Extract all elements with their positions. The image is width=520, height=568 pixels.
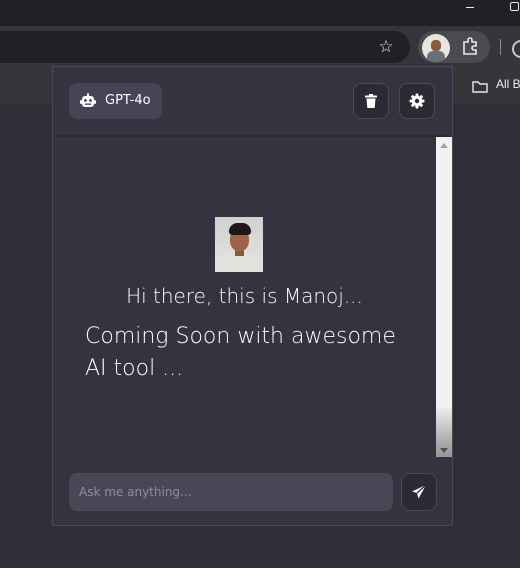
model-selector-button[interactable]: GPT-4o [69,83,162,119]
toolbar-separator [500,39,501,55]
chat-input-container [69,473,393,511]
folder-icon[interactable] [472,78,488,93]
coming-soon-message: Coming Soon with awesome AI tool ... [85,324,396,381]
author-avatar [215,217,263,272]
browser-title-bar [0,0,520,26]
robot-icon [80,93,96,107]
gear-icon [409,93,425,109]
chat-input[interactable] [69,473,393,511]
extension-avatar[interactable] [422,34,450,62]
greeting-text: Hi there, this is Manoj... [126,284,363,308]
scroll-up-icon[interactable] [440,143,448,148]
model-label: GPT-4o [105,93,151,108]
delete-chat-button[interactable] [353,83,389,119]
maximize-icon[interactable] [510,2,519,11]
send-icon [412,484,427,499]
chat-scrollbar[interactable] [436,137,452,457]
scroll-down-icon[interactable] [440,448,448,453]
star-icon[interactable]: ☆ [376,36,396,58]
minimize-icon[interactable] [466,7,474,8]
send-button[interactable] [401,473,437,511]
extension-popup: GPT-4o Hi there, this is Manoj... Coming… [52,66,453,526]
chat-area: Hi there, this is Manoj... Coming Soon w… [53,137,436,457]
trash-icon [365,94,377,108]
extensions-icon[interactable] [461,37,483,57]
settings-button[interactable] [399,83,435,119]
address-bar[interactable] [0,31,410,63]
bookmark-all-bookmarks[interactable]: All Bo [496,77,520,91]
